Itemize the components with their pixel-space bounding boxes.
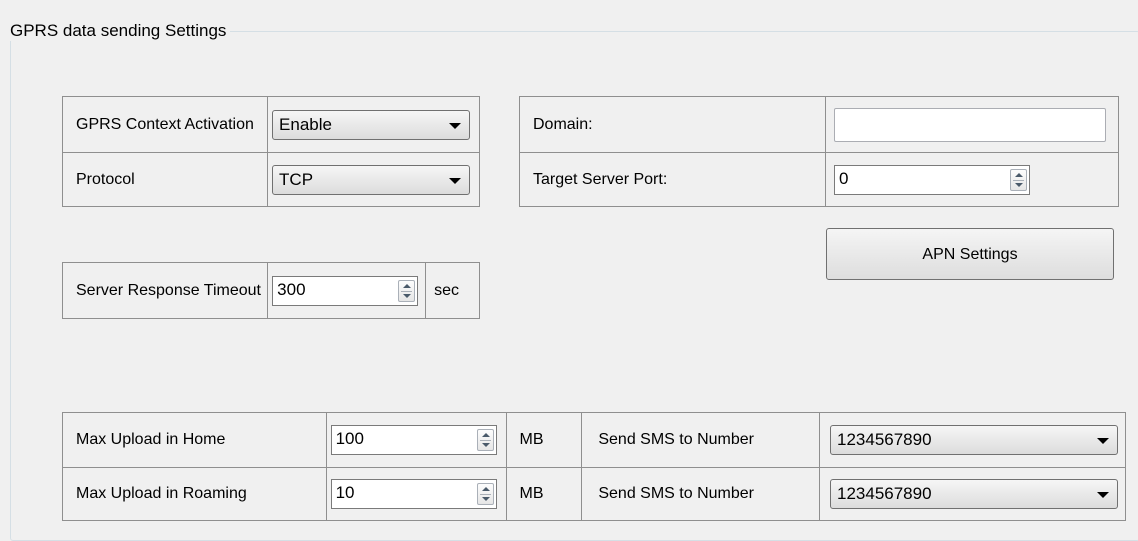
upload-table: Max Upload in Home 100 MB Send SMS to Nu… bbox=[62, 412, 1126, 521]
domain-label: Domain: bbox=[518, 96, 827, 153]
chevron-down-icon bbox=[449, 122, 462, 129]
max-upload-roaming-label: Max Upload in Roaming bbox=[62, 467, 327, 521]
target-port-spinner[interactable]: 0 bbox=[834, 164, 1031, 195]
max-upload-home-unit: MB bbox=[505, 412, 583, 468]
protocol-value: TCP bbox=[279, 169, 314, 189]
server-response-timeout-value: 300 bbox=[277, 279, 306, 299]
send-sms-roaming-value: 1234567890 bbox=[837, 484, 932, 503]
chevron-down-icon bbox=[1097, 492, 1109, 498]
server-table: Domain: Target Server Port: 0 bbox=[518, 96, 1119, 207]
chevron-down-icon bbox=[1097, 438, 1109, 444]
context-activation-select[interactable]: Enable bbox=[272, 109, 471, 140]
group-title: GPRS data sending Settings bbox=[6, 21, 231, 41]
apn-settings-button[interactable]: APN Settings bbox=[826, 228, 1114, 280]
spinner-arrows-icon[interactable] bbox=[476, 429, 494, 451]
server-response-timeout-label: Server Response Timeout bbox=[61, 262, 269, 319]
max-upload-home-value: 100 bbox=[335, 429, 364, 448]
target-port-label: Target Server Port: bbox=[518, 152, 827, 207]
server-response-timeout-spinner[interactable]: 300 bbox=[272, 275, 419, 306]
send-sms-home-label: Send SMS to Number bbox=[581, 412, 820, 468]
protocol-label: Protocol bbox=[61, 152, 269, 207]
max-upload-home-label: Max Upload in Home bbox=[62, 412, 327, 468]
table-row: Max Upload in Home 100 MB Send SMS to Nu… bbox=[62, 412, 1126, 468]
send-sms-roaming-label: Send SMS to Number bbox=[581, 467, 820, 521]
send-sms-home-value: 1234567890 bbox=[837, 430, 932, 449]
target-port-value: 0 bbox=[839, 168, 849, 188]
spinner-arrows-icon[interactable] bbox=[476, 483, 494, 505]
gprs-context-table: GPRS Context Activation Enable Protocol … bbox=[61, 96, 480, 207]
send-sms-roaming-select[interactable]: 1234567890 bbox=[830, 479, 1118, 509]
protocol-select[interactable]: TCP bbox=[272, 164, 471, 195]
timeout-table: Server Response Timeout 300 sec bbox=[61, 262, 480, 319]
send-sms-home-select[interactable]: 1234567890 bbox=[830, 425, 1118, 455]
domain-input[interactable] bbox=[834, 107, 1107, 142]
max-upload-roaming-spinner[interactable]: 10 bbox=[330, 479, 497, 509]
timeout-unit: sec bbox=[425, 262, 480, 319]
max-upload-home-spinner[interactable]: 100 bbox=[330, 425, 497, 455]
context-activation-value: Enable bbox=[279, 114, 332, 134]
max-upload-roaming-unit: MB bbox=[505, 467, 583, 521]
spinner-arrows-icon[interactable] bbox=[1010, 168, 1028, 191]
table-row: Max Upload in Roaming 10 MB Send SMS to … bbox=[62, 467, 1126, 521]
spinner-arrows-icon[interactable] bbox=[398, 279, 416, 302]
context-activation-label: GPRS Context Activation bbox=[61, 96, 269, 153]
chevron-down-icon bbox=[449, 177, 462, 184]
max-upload-roaming-value: 10 bbox=[335, 483, 355, 502]
